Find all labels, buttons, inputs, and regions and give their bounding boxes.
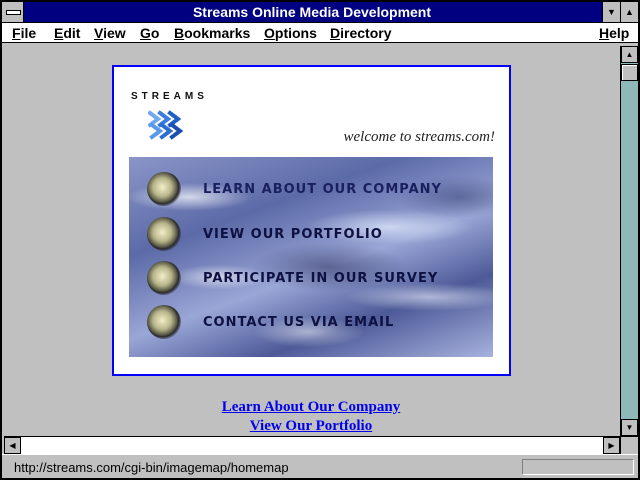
arrow-left-icon[interactable]: ◀ (4, 437, 21, 454)
arrow-right-icon[interactable]: ▶ (603, 437, 620, 454)
map-link-label: CONTACT US VIA EMAIL (203, 315, 395, 330)
vertical-scroll-track[interactable] (621, 63, 638, 419)
menu-options[interactable]: Options (264, 25, 317, 41)
map-link-label: VIEW OUR PORTFOLIO (203, 227, 383, 242)
status-bar: http://streams.com/cgi-bin/imagemap/home… (2, 454, 638, 478)
orb-button-icon (147, 261, 181, 295)
orb-button-icon (147, 172, 181, 206)
browser-window: Streams Online Media Development ▼ ▲ Fil… (0, 0, 640, 480)
system-menu-icon[interactable] (2, 2, 24, 22)
menu-go[interactable]: Go (140, 25, 159, 41)
homepage-imagemap[interactable]: STREAMS welcome to streams.com! LEARN AB… (112, 65, 511, 376)
water-banner: LEARN ABOUT OUR COMPANY VIEW OUR PORTFOL… (129, 157, 493, 357)
orb-button-icon (147, 217, 181, 251)
minimize-icon[interactable]: ▼ (602, 2, 620, 22)
menu-file[interactable]: File (12, 25, 36, 41)
link-view-portfolio[interactable]: View Our Portfolio (4, 418, 618, 435)
menu-bookmarks[interactable]: Bookmarks (174, 25, 250, 41)
content-viewport: STREAMS welcome to streams.com! LEARN AB… (4, 46, 618, 436)
menu-help[interactable]: Help (599, 25, 629, 41)
map-link-label: PARTICIPATE IN OUR SURVEY (203, 271, 439, 286)
welcome-text: welcome to streams.com! (343, 129, 496, 145)
arrow-up-icon[interactable]: ▲ (621, 46, 638, 63)
window-title: Streams Online Media Development (192, 4, 432, 20)
orb-button-icon (147, 305, 181, 339)
menu-bar: File Edit View Go Bookmarks Options Dire… (2, 23, 638, 43)
horizontal-scrollbar[interactable]: ◀ ▶ (4, 436, 620, 454)
menu-view[interactable]: View (94, 25, 126, 41)
menu-edit[interactable]: Edit (54, 25, 80, 41)
status-url: http://streams.com/cgi-bin/imagemap/home… (14, 460, 289, 475)
progress-indicator (522, 459, 634, 475)
link-learn-about-company[interactable]: Learn About Our Company (4, 399, 618, 416)
maximize-icon[interactable]: ▲ (620, 2, 638, 22)
arrow-down-icon[interactable]: ▼ (621, 419, 638, 436)
title-bar[interactable]: Streams Online Media Development ▼ ▲ (2, 2, 638, 23)
brand-logo-text: STREAMS (131, 91, 208, 102)
vertical-scrollbar[interactable]: ▲ ▼ (620, 46, 638, 436)
vertical-scroll-thumb[interactable] (621, 64, 638, 81)
menu-directory[interactable]: Directory (330, 25, 391, 41)
scrollbar-corner (620, 436, 638, 454)
map-link-label: LEARN ABOUT OUR COMPANY (203, 182, 442, 197)
streams-chevrons-icon (148, 110, 184, 140)
